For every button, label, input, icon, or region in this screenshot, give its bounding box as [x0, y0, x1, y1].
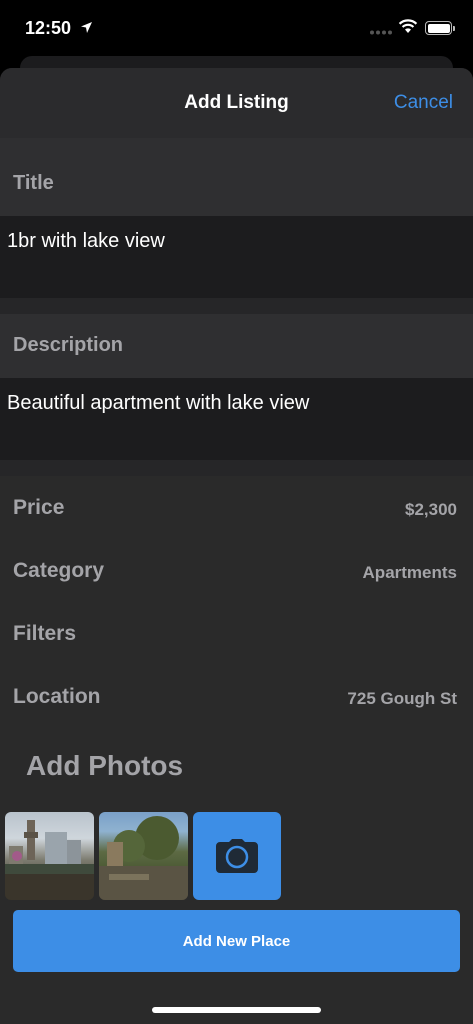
cancel-button[interactable]: Cancel [394, 92, 453, 114]
navigation-bar: Add Listing Cancel [0, 68, 473, 138]
category-row[interactable]: Category Apartments [0, 539, 473, 602]
category-label: Category [13, 559, 105, 582]
status-time: 12:50 [25, 18, 72, 38]
location-row[interactable]: Location 725 Gough St [0, 665, 473, 728]
cellular-signal-icon [370, 30, 392, 35]
title-label: Title [13, 172, 54, 194]
category-value: Apartments [362, 563, 457, 582]
photo-strip [5, 812, 281, 900]
add-listing-sheet: Add Listing Cancel Title 1br with lake v… [0, 68, 473, 1024]
location-label: Location [13, 685, 101, 708]
price-label: Price [13, 496, 65, 519]
photo-thumbnail[interactable] [5, 812, 94, 900]
description-label: Description [13, 334, 124, 356]
section-divider [0, 460, 473, 476]
wifi-icon [398, 19, 418, 33]
description-field[interactable]: Beautiful apartment with lake view [0, 378, 473, 460]
location-value: 725 Gough St [347, 689, 457, 708]
filters-row[interactable]: Filters [0, 602, 473, 665]
filters-label: Filters [13, 622, 77, 645]
add-photo-button[interactable] [193, 812, 281, 900]
status-bar: 12:50 [0, 0, 473, 56]
add-new-place-button[interactable]: Add New Place [13, 910, 460, 972]
description-field-value: Beautiful apartment with lake view [7, 392, 310, 414]
garden-photo-image [99, 816, 188, 900]
battery-icon [425, 21, 455, 35]
home-indicator [152, 1007, 321, 1013]
title-section-header: Title [0, 138, 473, 216]
city-photo-image [5, 820, 94, 900]
title-field[interactable]: 1br with lake view [0, 216, 473, 298]
add-photos-heading: Add Photos [26, 750, 184, 781]
description-section-header: Description [0, 314, 473, 378]
price-value: $2,300 [405, 500, 457, 519]
price-row[interactable]: Price $2,300 [0, 476, 473, 539]
camera-icon [216, 839, 258, 873]
location-arrow-icon [81, 22, 92, 33]
details-list: Price $2,300 Category Apartments Filters… [0, 476, 473, 728]
title-field-value: 1br with lake view [7, 230, 165, 252]
photo-thumbnail[interactable] [99, 812, 188, 900]
section-divider [0, 298, 473, 314]
